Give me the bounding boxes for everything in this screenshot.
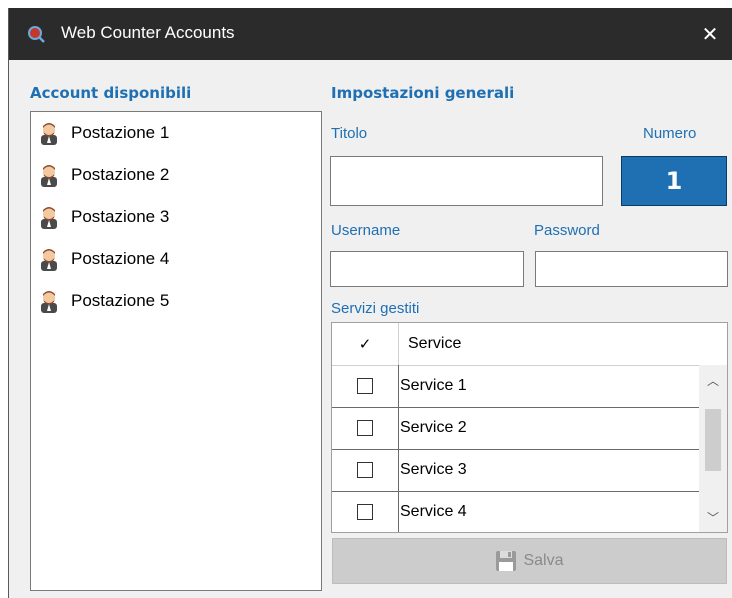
search-icon — [28, 26, 45, 43]
table-row[interactable]: Service 2 — [332, 407, 699, 450]
table-row[interactable]: Service 4 — [332, 491, 699, 532]
settings-heading: Impostazioni generali — [331, 84, 515, 102]
titolo-input[interactable] — [330, 156, 603, 206]
scrollbar-thumb[interactable] — [705, 409, 721, 471]
accounts-heading: Account disponibili — [30, 84, 192, 102]
checkbox-cell — [332, 407, 399, 449]
service-name: Service 2 — [400, 419, 467, 436]
password-label: Password — [534, 222, 600, 239]
accounts-list[interactable]: Postazione 1 Postazione 2 Postazione 3 P… — [30, 111, 322, 591]
list-item-postazione-1[interactable]: Postazione 1 — [37, 117, 169, 149]
titolo-label: Titolo — [331, 125, 368, 142]
numero-display: 1 — [621, 156, 727, 206]
numero-label: Numero — [643, 125, 697, 142]
floppy-disk-icon — [496, 551, 517, 571]
grid-header: ✓ Service — [332, 323, 699, 366]
close-button[interactable]: ✕ — [687, 8, 732, 60]
checkbox-cell — [332, 449, 399, 491]
service-checkbox[interactable] — [357, 420, 373, 436]
checkmark-icon: ✓ — [332, 323, 399, 365]
scroll-up-arrow-icon[interactable]: ︿ — [699, 365, 727, 395]
user-avatar-icon — [41, 123, 57, 145]
vertical-scrollbar[interactable]: ︿ ﹀ — [699, 365, 727, 532]
checkbox-cell — [332, 491, 399, 532]
scroll-down-arrow-icon[interactable]: ﹀ — [699, 502, 727, 532]
title-bar: Web Counter Accounts ✕ — [9, 8, 732, 60]
services-label: Servizi gestiti — [331, 300, 420, 317]
save-button-label: Salva — [523, 552, 564, 569]
list-item-postazione-2[interactable]: Postazione 2 — [37, 159, 169, 191]
service-name: Service 4 — [400, 503, 467, 520]
accounts-window: Web Counter Accounts ✕ Account disponibi… — [8, 8, 732, 598]
list-item-postazione-5[interactable]: Postazione 5 — [37, 285, 169, 317]
list-item-label: Postazione 2 — [71, 165, 170, 184]
service-name: Service 1 — [400, 377, 467, 394]
services-grid: ✓ Service Service 1 Service 2 Service 3 … — [331, 322, 728, 533]
user-avatar-icon — [41, 165, 57, 187]
username-input[interactable] — [330, 251, 524, 287]
service-checkbox[interactable] — [357, 462, 373, 478]
list-item-label: Postazione 5 — [71, 291, 170, 310]
list-item-label: Postazione 1 — [71, 123, 170, 142]
username-label: Username — [331, 222, 401, 239]
table-row[interactable]: Service 1 — [332, 365, 699, 408]
checkbox-cell — [332, 365, 399, 407]
table-row[interactable]: Service 3 — [332, 449, 699, 492]
user-avatar-icon — [41, 207, 57, 229]
save-button[interactable]: Salva — [332, 538, 727, 584]
user-avatar-icon — [41, 291, 57, 313]
list-item-label: Postazione 3 — [71, 207, 170, 226]
password-input[interactable] — [535, 251, 728, 287]
service-name: Service 3 — [400, 461, 467, 478]
service-checkbox[interactable] — [357, 378, 373, 394]
list-item-postazione-3[interactable]: Postazione 3 — [37, 201, 169, 233]
service-checkbox[interactable] — [357, 504, 373, 520]
list-item-label: Postazione 4 — [71, 249, 170, 268]
list-item-postazione-4[interactable]: Postazione 4 — [37, 243, 169, 275]
window-title: Web Counter Accounts — [61, 23, 235, 42]
user-avatar-icon — [41, 249, 57, 271]
close-icon: ✕ — [701, 23, 719, 46]
service-column-header[interactable]: Service — [408, 323, 461, 365]
